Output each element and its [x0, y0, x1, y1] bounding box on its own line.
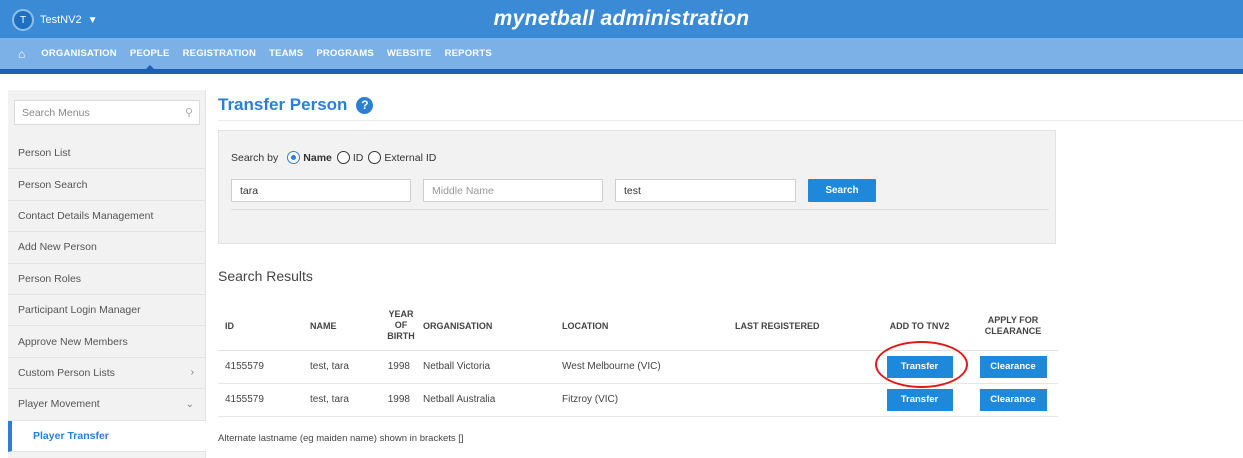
col-add-to: ADD TO TNV2	[871, 302, 968, 351]
home-icon[interactable]: ⌂	[18, 47, 25, 61]
sidebar-item-label: Custom Person Lists	[18, 366, 115, 379]
radio-unchecked-icon	[368, 151, 382, 164]
col-apply-for-clearance: APPLY FOR CLEARANCE	[968, 302, 1058, 351]
clearance-button[interactable]: Clearance	[979, 355, 1047, 378]
table-row: 4155579 test, tara 1998 Netball Victoria…	[218, 350, 1058, 384]
table-row: 4155579 test, tara 1998 Netball Australi…	[218, 383, 1058, 417]
sidebar-item-custom-person-lists[interactable]: Custom Person Lists ›	[8, 358, 206, 390]
cell-location: West Melbourne (VIC)	[555, 350, 728, 384]
cell-name: test, tara	[303, 350, 386, 384]
cell-year: 1998	[386, 350, 416, 384]
results-title: Search Results	[218, 268, 313, 284]
sidebar-item-label: Participant Login Manager	[18, 304, 141, 317]
radio-checked-icon	[287, 151, 301, 164]
radio-unchecked-icon	[336, 151, 350, 164]
sidebar-item-label: Approve New Members	[18, 335, 128, 348]
chevron-down-icon: ⌄	[185, 398, 194, 410]
col-id: ID	[218, 302, 303, 351]
main-nav: ⌂ ORGANISATION PEOPLE REGISTRATION TEAMS…	[0, 38, 1243, 74]
sidebar-item-label: Person Search	[18, 178, 88, 191]
search-button[interactable]: Search	[808, 179, 876, 202]
organisation-avatar: T	[12, 9, 34, 31]
help-icon[interactable]: ?	[356, 96, 374, 114]
sidebar: ⚲ Person List Person Search Contact Deta…	[8, 90, 206, 458]
cell-id: 4155579	[218, 383, 303, 417]
sidebar-menu: Person List Person Search Contact Detail…	[8, 138, 206, 452]
cell-location: Fitzroy (VIC)	[555, 383, 728, 417]
sidebar-item-add-new-person[interactable]: Add New Person	[8, 232, 206, 264]
footnote: Alternate lastname (eg maiden name) show…	[218, 433, 464, 444]
app-title: mynetball administration	[493, 7, 750, 30]
clearance-button[interactable]: Clearance	[979, 388, 1047, 411]
middle-name-field[interactable]	[423, 179, 603, 202]
cell-transfer: Transfer	[871, 383, 968, 417]
nav-registration[interactable]: REGISTRATION	[183, 38, 256, 69]
cell-organisation: Netball Australia	[416, 383, 555, 417]
cell-clearance: Clearance	[968, 383, 1058, 417]
sidebar-item-person-roles[interactable]: Person Roles	[8, 264, 206, 295]
col-name: NAME	[303, 302, 386, 351]
sidebar-item-person-list[interactable]: Person List	[8, 138, 206, 170]
sidebar-item-label: Add New Person	[18, 241, 97, 254]
search-panel: Search by Name ID External ID Search	[218, 130, 1056, 244]
divider	[218, 120, 1243, 121]
col-last-registered: LAST REGISTERED	[728, 302, 871, 351]
sidebar-item-label: Person Roles	[18, 272, 82, 285]
sidebar-item-label: Player Transfer	[33, 429, 109, 442]
col-location: LOCATION	[555, 302, 728, 351]
sidebar-item-player-movement[interactable]: Player Movement ⌄	[8, 389, 206, 421]
sidebar-item-player-transfer[interactable]: Player Transfer	[8, 420, 206, 452]
cell-clearance: Clearance	[968, 350, 1058, 384]
last-name-field[interactable]	[615, 179, 796, 202]
first-name-field[interactable]	[231, 179, 411, 202]
organisation-switcher[interactable]: T TestNV2 ▼	[12, 9, 97, 31]
nav-website[interactable]: WEBSITE	[387, 38, 432, 69]
nav-reports[interactable]: REPORTS	[445, 38, 492, 69]
page-header: Transfer Person ?	[218, 95, 374, 115]
sidebar-item-label: Person List	[18, 147, 71, 160]
cell-last-registered	[728, 350, 871, 384]
nav-teams[interactable]: TEAMS	[269, 38, 303, 69]
radio-id[interactable]: ID	[336, 151, 363, 164]
radio-external-id[interactable]: External ID	[368, 151, 436, 164]
nav-people[interactable]: PEOPLE	[130, 38, 170, 70]
cell-organisation: Netball Victoria	[416, 350, 555, 384]
sidebar-item-label: Contact Details Management	[18, 209, 154, 222]
search-menus-box: ⚲	[14, 100, 200, 125]
chevron-down-icon: ▼	[87, 14, 98, 26]
table-header-row: ID NAME YEAR OF BIRTH ORGANISATION LOCAT…	[218, 302, 1058, 351]
search-by-label: Search by	[231, 151, 279, 164]
sidebar-item-participant-login-manager[interactable]: Participant Login Manager	[8, 295, 206, 327]
search-icon[interactable]: ⚲	[185, 106, 193, 119]
cell-last-registered	[728, 383, 871, 417]
sidebar-item-approve-new-members[interactable]: Approve New Members	[8, 326, 206, 358]
sidebar-item-person-search[interactable]: Person Search	[8, 169, 206, 201]
divider	[231, 209, 1049, 210]
radio-name[interactable]: Name	[287, 151, 332, 164]
col-year-of-birth: YEAR OF BIRTH	[386, 302, 416, 351]
chevron-right-icon: ›	[190, 367, 194, 379]
cell-year: 1998	[386, 383, 416, 417]
cell-transfer: Transfer	[871, 350, 968, 384]
organisation-name: TestNV2	[40, 14, 82, 26]
sidebar-item-contact-details-management[interactable]: Contact Details Management	[8, 201, 206, 233]
transfer-button[interactable]: Transfer	[886, 355, 953, 378]
cell-id: 4155579	[218, 350, 303, 384]
col-organisation: ORGANISATION	[416, 302, 555, 351]
top-bar: T TestNV2 ▼ mynetball administration	[0, 0, 1243, 38]
nav-programs[interactable]: PROGRAMS	[316, 38, 374, 69]
search-by-group: Search by Name ID External ID	[231, 151, 441, 164]
search-menus-input[interactable]	[22, 106, 172, 119]
results-table: ID NAME YEAR OF BIRTH ORGANISATION LOCAT…	[218, 302, 1058, 417]
sidebar-item-label: Player Movement	[18, 398, 100, 411]
cell-name: test, tara	[303, 383, 386, 417]
transfer-button[interactable]: Transfer	[886, 388, 953, 411]
page-title: Transfer Person	[218, 95, 348, 114]
nav-organisation[interactable]: ORGANISATION	[41, 38, 117, 69]
